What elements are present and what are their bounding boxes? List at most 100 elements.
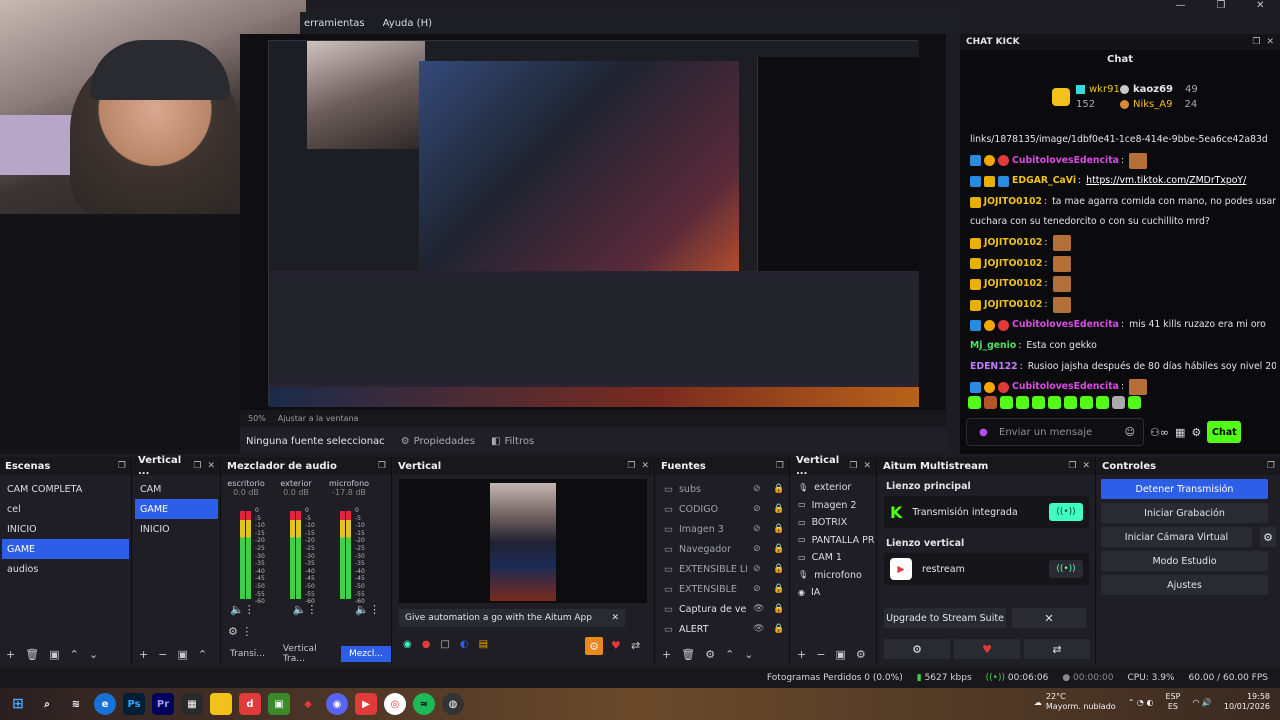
- vertical-source-item[interactable]: ▭ PANTALLA PRIN: [793, 532, 874, 550]
- minimize-button[interactable]: —: [1175, 0, 1185, 14]
- source-item[interactable]: ▭ EXTENSIBLE ⊘ 🔒: [658, 579, 787, 599]
- minecraft-icon[interactable]: ▣: [268, 693, 290, 715]
- filters-button[interactable]: ◧ Filtros: [491, 436, 534, 447]
- close-icon[interactable]: ✕: [641, 461, 649, 471]
- upgrade-button[interactable]: Upgrade to Stream Suite: [884, 608, 1006, 628]
- lock-icon[interactable]: 🔒: [773, 544, 787, 554]
- close-icon[interactable]: ✕: [1012, 608, 1086, 628]
- maximize-button[interactable]: ❐: [1216, 0, 1225, 14]
- float-icon[interactable]: ❐: [193, 461, 201, 471]
- emote[interactable]: [1096, 396, 1109, 409]
- visibility-icon[interactable]: 👁: [753, 624, 767, 634]
- source-item[interactable]: ▭ Captura de ven 👁 🔒: [658, 599, 787, 619]
- float-icon[interactable]: ❐: [627, 461, 635, 471]
- stream-icon[interactable]: ◉: [403, 639, 412, 650]
- float-icon[interactable]: ❐: [1068, 461, 1076, 471]
- chat-username[interactable]: JOJITO0102: [984, 192, 1042, 213]
- volume-icon[interactable]: 🔈⋮: [293, 603, 318, 616]
- search-icon[interactable]: ⌕: [36, 693, 58, 715]
- chat-message-input[interactable]: ● Enviar un mensaje ☺: [966, 418, 1144, 446]
- windows-start-icon[interactable]: ⊞: [7, 693, 29, 715]
- source-item[interactable]: ▭ EXTENSIBLE LE ⊘ 🔒: [658, 559, 787, 579]
- chat-username[interactable]: CubitolovesEdencita: [1012, 315, 1119, 336]
- studio-mode-button[interactable]: Modo Estudio: [1101, 551, 1268, 571]
- visibility-icon[interactable]: ⊘: [753, 484, 767, 494]
- filter-icon[interactable]: ▣: [177, 648, 187, 661]
- close-icon[interactable]: ✕: [1266, 37, 1274, 47]
- visibility-icon[interactable]: 👁: [753, 604, 767, 614]
- chat-username[interactable]: EDGAR_CaVi: [1012, 171, 1076, 192]
- zoom-level[interactable]: 50%: [248, 414, 266, 423]
- vertical-stream-toggle[interactable]: ((•)): [1049, 560, 1083, 578]
- volume-icon[interactable]: 🔈⋮: [230, 603, 255, 616]
- trash-icon[interactable]: 🗑: [25, 648, 39, 661]
- users-icon[interactable]: ⚇∞: [1150, 426, 1169, 439]
- settings-icon[interactable]: ⚙: [1191, 426, 1201, 439]
- arrow-down-icon[interactable]: ⌄: [744, 648, 753, 661]
- add-icon[interactable]: +: [797, 648, 806, 661]
- chat-username[interactable]: CubitolovesEdencita: [1012, 377, 1119, 398]
- lock-icon[interactable]: 🔒: [773, 584, 787, 594]
- emote[interactable]: [1064, 396, 1077, 409]
- folder-icon[interactable]: [210, 693, 232, 715]
- emote[interactable]: [1000, 396, 1013, 409]
- filter-icon[interactable]: ▣: [835, 648, 845, 661]
- chrome-icon[interactable]: ◎: [384, 693, 406, 715]
- chat-username[interactable]: CubitolovesEdencita: [1012, 151, 1119, 172]
- close-icon[interactable]: ✕: [611, 613, 619, 623]
- top-user-2[interactable]: kaoz69 49: [1120, 82, 1198, 96]
- vertical-source-item[interactable]: ▭ Imagen 2: [793, 497, 874, 515]
- add-icon[interactable]: +: [139, 648, 148, 661]
- vertical-source-item[interactable]: ▭ CAM 1: [793, 549, 874, 567]
- vertical-source-item[interactable]: 🎙 exterior: [793, 479, 874, 497]
- heart-icon[interactable]: ♥: [954, 639, 1020, 659]
- vertical-source-item[interactable]: ◉ IA: [793, 584, 874, 602]
- emote[interactable]: [1080, 396, 1093, 409]
- emote[interactable]: [984, 396, 997, 409]
- lock-icon[interactable]: 🔒: [773, 624, 787, 634]
- wifi-icon[interactable]: ◠ 🔊: [1192, 698, 1211, 707]
- list-item[interactable]: audios: [2, 559, 129, 579]
- mixer-settings-icon[interactable]: ⚙ ⋮: [228, 625, 252, 638]
- float-icon[interactable]: ❐: [849, 461, 857, 471]
- premiere-icon[interactable]: Pr: [152, 693, 174, 715]
- list-item[interactable]: GAME: [2, 539, 129, 559]
- emote[interactable]: [1016, 396, 1029, 409]
- volume-icon[interactable]: 🔈⋮: [355, 603, 380, 616]
- weather[interactable]: ☁ 22°C Mayorm. nublado: [1034, 692, 1116, 712]
- stop-stream-button[interactable]: Detener Transmisión: [1101, 479, 1268, 499]
- backtrack-icon[interactable]: ▤: [479, 639, 488, 650]
- arrow-up-icon[interactable]: ⌃: [725, 648, 734, 661]
- list-item[interactable]: CAM COMPLETA: [2, 479, 129, 499]
- minus-icon[interactable]: −: [816, 648, 825, 661]
- gear-icon[interactable]: ⚙: [705, 648, 715, 661]
- start-recording-button[interactable]: Iniciar Grabación: [1101, 503, 1268, 523]
- vertical-source-item[interactable]: ▭ BOTRIX: [793, 514, 874, 532]
- chat-username[interactable]: JOJITO0102: [984, 274, 1042, 295]
- sync-icon[interactable]: ⇄: [631, 639, 640, 652]
- float-icon[interactable]: ❐: [1252, 37, 1260, 47]
- record-icon[interactable]: ●: [422, 639, 431, 650]
- float-icon[interactable]: ❐: [378, 461, 386, 471]
- emote[interactable]: [1128, 396, 1141, 409]
- files-icon[interactable]: ≋: [65, 693, 87, 715]
- brave-icon[interactable]: ◆: [297, 693, 319, 715]
- mic-icon[interactable]: ●: [979, 427, 988, 438]
- main-stream-toggle[interactable]: ((•)): [1049, 503, 1083, 521]
- chat-link[interactable]: https://vm.tiktok.com/ZMDrTxpoY/: [1086, 171, 1246, 192]
- top-user-3[interactable]: Niks_A9 24: [1120, 97, 1197, 111]
- visibility-icon[interactable]: ⊘: [753, 564, 767, 574]
- app-icon[interactable]: d: [239, 693, 261, 715]
- visibility-icon[interactable]: ⊘: [753, 544, 767, 554]
- emote[interactable]: [1112, 396, 1125, 409]
- list-item[interactable]: INICIO: [2, 519, 129, 539]
- meter-exterior[interactable]: [280, 507, 301, 599]
- vertical-canvas[interactable]: [399, 479, 647, 603]
- add-icon[interactable]: +: [662, 648, 671, 661]
- lock-icon[interactable]: 🔒: [773, 564, 787, 574]
- settings-icon[interactable]: ⚙: [585, 637, 603, 655]
- visibility-icon[interactable]: ⊘: [753, 524, 767, 534]
- tab-mixer[interactable]: Mezcl...: [340, 646, 391, 662]
- gear-icon[interactable]: ⚙: [1260, 527, 1276, 547]
- source-item[interactable]: ▭ Imagen 3 ⊘ 🔒: [658, 519, 787, 539]
